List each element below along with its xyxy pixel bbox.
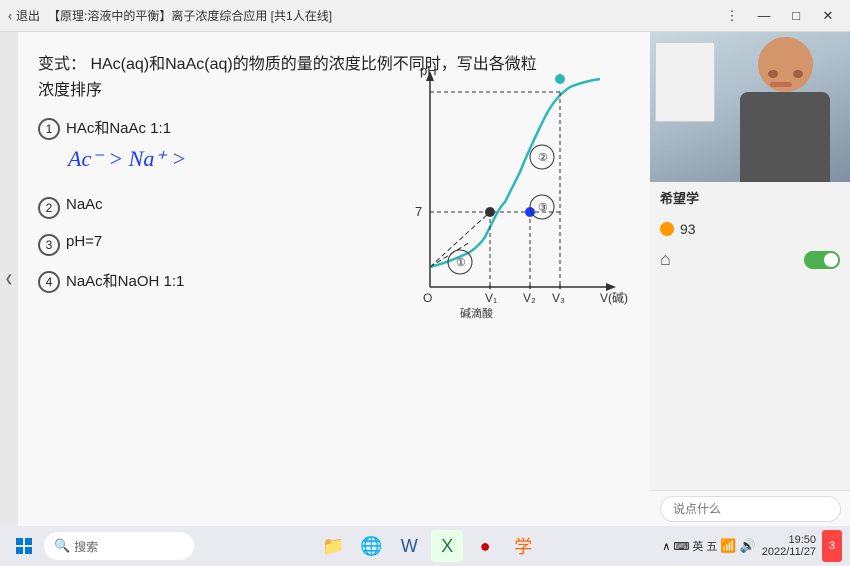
clock-date: 2022/11/27 <box>762 546 816 558</box>
content-area: ❮ 变式： HAc(aq)和NaAc(aq)的物质的量的浓度比例不同时，写出各微… <box>0 32 850 526</box>
svg-text:V₃: V₃ <box>552 291 565 305</box>
lesson-area: 变式： HAc(aq)和NaAc(aq)的物质的量的浓度比例不同时，写出各微粒 … <box>18 32 650 526</box>
item-4-label: NaAc和NaOH 1:1 <box>66 270 184 291</box>
sidebar-controls: ⌂ <box>650 245 850 274</box>
word-icon[interactable]: W <box>393 530 425 562</box>
graph-container: pH V(碱) 7 O V₁ V₂ <box>390 52 630 352</box>
clock-time: 19:50 <box>788 534 816 546</box>
taskbar-search[interactable]: 🔍 搜索 <box>44 532 194 560</box>
chevron-left-icon: ❮ <box>5 274 13 285</box>
volume-icon[interactable]: 🔊 <box>740 538 756 554</box>
app-icon-1[interactable]: ● <box>469 530 501 562</box>
taskbar-right: ∧ ⌨ 英 五 📶 🔊 19:50 2022/11/27 3 <box>662 530 842 562</box>
item-3-label: pH=7 <box>66 233 102 250</box>
viewer-counter: 93 <box>650 213 850 245</box>
search-icon: 🔍 <box>54 538 70 554</box>
svg-text:V₂: V₂ <box>523 291 536 305</box>
sidebar-spacer <box>650 274 850 490</box>
minimize-button[interactable]: — <box>750 5 778 27</box>
close-button[interactable]: ✕ <box>814 5 842 27</box>
teacher-video <box>650 32 850 182</box>
svg-text:pH: pH <box>420 63 437 78</box>
svg-text:①: ① <box>456 257 466 269</box>
edge-icon[interactable]: 🌐 <box>355 530 387 562</box>
back-button[interactable]: ‹ 退出 <box>8 7 40 24</box>
item-2-num: 2 <box>38 197 60 219</box>
clock[interactable]: 19:50 2022/11/27 <box>762 534 816 558</box>
input-icon[interactable]: ⌨ <box>673 540 689 553</box>
home-icon[interactable]: ⌂ <box>660 249 671 270</box>
search-label: 搜索 <box>74 538 98 555</box>
item-1-num: 1 <box>38 118 60 140</box>
windows-logo <box>16 538 32 554</box>
title-bar: ‹ 退出 【原理:溶液中的平衡】离子浓度综合应用 [共1人在线] ⋮ — □ ✕ <box>0 0 850 32</box>
item-3-num: 3 <box>38 234 60 256</box>
lang-label[interactable]: 英 <box>692 538 703 554</box>
taskbar-left: 🔍 搜索 <box>8 530 194 562</box>
item-2-label: NaAc <box>66 196 103 213</box>
back-label: 退出 <box>16 7 40 24</box>
brand-label: 希望学 <box>650 182 850 213</box>
title-bar-right: ⋮ — □ ✕ <box>718 5 842 27</box>
video-placeholder <box>650 32 850 182</box>
item-1-label: HAc和NaAc 1:1 <box>66 117 171 138</box>
whiteboard: 变式： HAc(aq)和NaAc(aq)的物质的量的浓度比例不同时，写出各微粒 … <box>18 32 650 526</box>
slide-toggle[interactable]: ❮ <box>0 32 18 526</box>
start-button[interactable] <box>8 530 40 562</box>
counter-dot <box>660 222 674 236</box>
taskbar-icons: 📁 🌐 W X ● 学 <box>317 530 539 562</box>
file-explorer-icon[interactable]: 📁 <box>317 530 349 562</box>
svg-text:O: O <box>423 291 432 305</box>
tray-icons: ∧ ⌨ 英 五 📶 🔊 <box>662 538 755 554</box>
svg-text:②: ② <box>538 152 548 164</box>
svg-text:7: 7 <box>415 204 422 219</box>
window-title: 【原理:溶液中的平衡】离子浓度综合应用 [共1人在线] <box>48 7 332 24</box>
app-container: ‹ 退出 【原理:溶液中的平衡】离子浓度综合应用 [共1人在线] ⋮ — □ ✕… <box>0 0 850 566</box>
svg-text:③: ③ <box>538 202 548 214</box>
day-label: 五 <box>706 538 717 554</box>
maximize-button[interactable]: □ <box>782 5 810 27</box>
chat-input[interactable] <box>660 496 841 522</box>
svg-text:V(碱): V(碱) <box>600 291 628 305</box>
svg-text:碱滴酸: 碱滴酸 <box>460 306 493 320</box>
taskbar: 🔍 搜索 📁 🌐 W X ● 学 ∧ ⌨ 英 五 📶 🔊 19:50 20 <box>0 526 850 566</box>
ph-graph: pH V(碱) 7 O V₁ V₂ <box>390 52 630 342</box>
app-icon-2[interactable]: 学 <box>507 530 539 562</box>
viewer-count: 93 <box>680 221 696 237</box>
title-bar-left: ‹ 退出 【原理:溶液中的平衡】离子浓度综合应用 [共1人在线] <box>8 7 332 24</box>
item-4-num: 4 <box>38 271 60 293</box>
question-line2: 浓度排序 <box>38 82 102 99</box>
arrow-up-icon[interactable]: ∧ <box>662 540 670 553</box>
svg-text:V₁: V₁ <box>485 291 497 305</box>
sidebar: 希望学 93 ⌂ 😊 发送 <box>650 32 850 526</box>
excel-icon[interactable]: X <box>431 530 463 562</box>
wifi-icon[interactable]: 📶 <box>720 538 736 554</box>
back-icon: ‹ <box>8 9 12 23</box>
notification-badge[interactable]: 3 <box>822 530 842 562</box>
toggle-switch[interactable] <box>804 251 840 269</box>
more-button[interactable]: ⋮ <box>718 5 746 27</box>
chat-area: 😊 发送 <box>650 490 850 526</box>
